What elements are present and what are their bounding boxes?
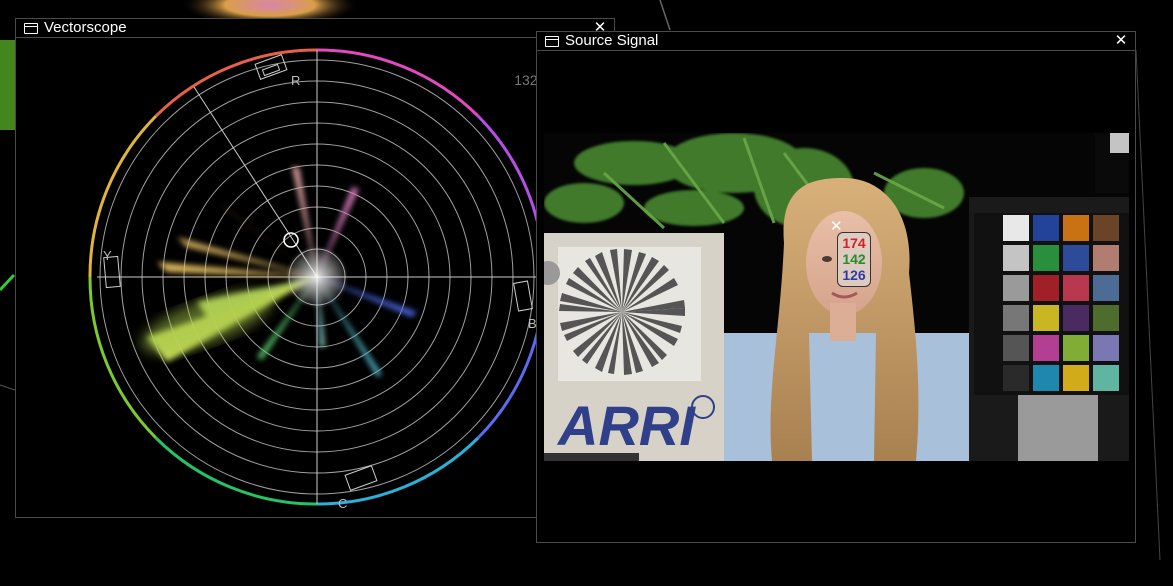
- pixel-value-readout: 174 142 126: [837, 232, 871, 287]
- pixel-value-green: 142: [842, 251, 866, 267]
- window-icon: [545, 35, 559, 47]
- vectorscope-graticule: R Y B C: [88, 48, 546, 511]
- source-signal-titlebar[interactable]: Source Signal ✕: [537, 32, 1135, 51]
- vectorscope-titlebar[interactable]: Vectorscope ✕: [16, 19, 614, 38]
- arri-logo: ARRI: [556, 394, 696, 457]
- vectorscope-title: Vectorscope: [44, 19, 127, 36]
- vectorscope-display: 132% R Y B C: [16, 38, 614, 517]
- target-label-r: R: [291, 73, 300, 88]
- source-signal-viewer[interactable]: ARRI ✕ 174 142 126: [537, 51, 1135, 542]
- source-signal-title: Source Signal: [565, 32, 659, 49]
- video-frame[interactable]: ARRI: [544, 133, 1129, 461]
- source-signal-panel: Source Signal ✕ ARRI ✕ 174 142 126: [536, 31, 1136, 543]
- target-label-c: C: [338, 496, 347, 511]
- window-icon: [24, 22, 38, 34]
- pixel-value-blue: 126: [842, 267, 866, 283]
- vectorscope-panel: Vectorscope ✕ 132% R Y B C: [15, 18, 615, 518]
- target-label-y: Y: [103, 248, 112, 263]
- source-signal-close-button[interactable]: ✕: [1113, 33, 1129, 49]
- probe-cursor-icon[interactable]: ✕: [830, 219, 843, 234]
- pixel-value-red: 174: [842, 235, 866, 251]
- video-frame-image: ARRI: [544, 133, 1129, 461]
